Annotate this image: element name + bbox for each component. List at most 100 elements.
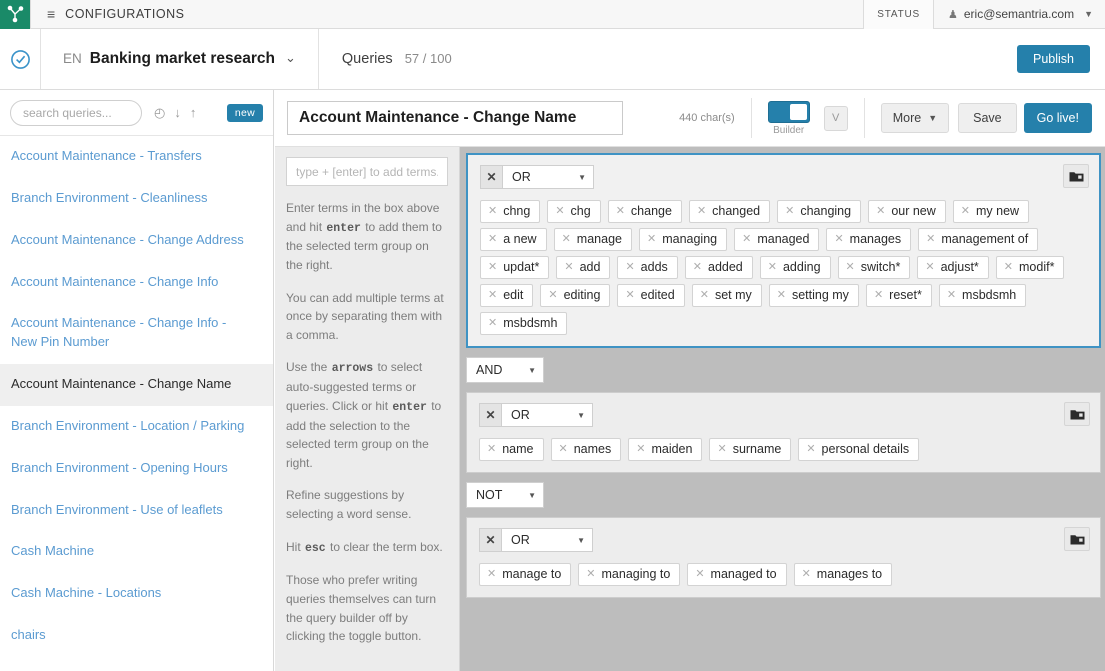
term-tag[interactable]: ✕ adding bbox=[759, 256, 831, 279]
term-tag[interactable]: ✕ editing bbox=[540, 284, 611, 307]
go-live-button[interactable]: Go live! bbox=[1023, 103, 1092, 133]
remove-term-icon[interactable]: ✕ bbox=[555, 205, 564, 217]
remove-term-icon[interactable]: ✕ bbox=[742, 233, 751, 245]
remove-term-icon[interactable]: ✕ bbox=[874, 289, 883, 301]
term-tag[interactable]: ✕ managing to bbox=[578, 563, 681, 586]
term-tag[interactable]: ✕ edited bbox=[617, 284, 685, 307]
term-tag[interactable]: ✕ updat* bbox=[480, 256, 550, 279]
remove-term-icon[interactable]: ✕ bbox=[768, 261, 777, 273]
remove-term-icon[interactable]: ✕ bbox=[488, 233, 497, 245]
term-tag[interactable]: ✕ modif* bbox=[995, 256, 1065, 279]
group-operator-select[interactable]: OR ▼ bbox=[501, 528, 593, 552]
term-tag[interactable]: ✕ msbdsmh bbox=[480, 312, 568, 335]
term-tag[interactable]: ✕ adds bbox=[617, 256, 678, 279]
remove-term-icon[interactable]: ✕ bbox=[647, 233, 656, 245]
remove-term-icon[interactable]: ✕ bbox=[488, 317, 497, 329]
remove-term-icon[interactable]: ✕ bbox=[876, 205, 885, 217]
term-group-active[interactable]: ✕ OR ▼ ✕ chng ✕ chg ✕ change ✕ changed ✕ changing ✕ ou… bbox=[466, 153, 1101, 348]
term-tag[interactable]: ✕ manage bbox=[553, 228, 632, 251]
term-tag[interactable]: ✕ change bbox=[607, 200, 682, 223]
term-tag[interactable]: ✕ managed bbox=[734, 228, 820, 251]
term-tag[interactable]: ✕ manage to bbox=[479, 563, 572, 586]
term-tag[interactable]: ✕ manages bbox=[826, 228, 912, 251]
clock-check-icon[interactable] bbox=[0, 29, 40, 89]
term-tag[interactable]: ✕ changing bbox=[777, 200, 862, 223]
upload-arrow-icon[interactable]: ↑ bbox=[190, 106, 197, 119]
list-item[interactable]: Branch Environment - Use of leaflets bbox=[0, 490, 273, 532]
term-tag[interactable]: ✕ set my bbox=[691, 284, 762, 307]
remove-term-icon[interactable]: ✕ bbox=[947, 289, 956, 301]
save-button[interactable]: Save bbox=[958, 103, 1017, 133]
term-tag[interactable]: ✕ add bbox=[556, 256, 611, 279]
remove-term-icon[interactable]: ✕ bbox=[586, 568, 595, 580]
group-joiner-select[interactable]: NOT ▼ bbox=[466, 482, 544, 508]
term-tag[interactable]: ✕ our new bbox=[868, 200, 946, 223]
term-tag[interactable]: ✕ my new bbox=[952, 200, 1030, 223]
remove-term-icon[interactable]: ✕ bbox=[846, 261, 855, 273]
download-arrow-icon[interactable]: ↓ bbox=[174, 106, 181, 119]
status-button[interactable]: STATUS bbox=[863, 0, 934, 29]
more-button[interactable]: More ▼ bbox=[880, 103, 950, 133]
remove-term-icon[interactable]: ✕ bbox=[700, 289, 709, 301]
term-tag[interactable]: ✕ switch* bbox=[837, 256, 911, 279]
term-tag[interactable]: ✕ managing bbox=[638, 228, 728, 251]
remove-term-icon[interactable]: ✕ bbox=[693, 261, 702, 273]
remove-term-icon[interactable]: ✕ bbox=[806, 443, 815, 455]
remove-term-icon[interactable]: ✕ bbox=[616, 205, 625, 217]
remove-term-icon[interactable]: ✕ bbox=[559, 443, 568, 455]
term-tag[interactable]: ✕ edit bbox=[480, 284, 534, 307]
list-item[interactable]: Account Maintenance - Change Info bbox=[0, 262, 273, 304]
list-item[interactable]: Branch Environment - Location / Parking bbox=[0, 406, 273, 448]
list-item[interactable]: chairs bbox=[0, 615, 273, 657]
remove-term-icon[interactable]: ✕ bbox=[636, 443, 645, 455]
folder-icon[interactable] bbox=[1063, 164, 1089, 188]
remove-term-icon[interactable]: ✕ bbox=[961, 205, 970, 217]
folder-icon[interactable] bbox=[1064, 527, 1090, 551]
hamburger-icon[interactable]: ≡ bbox=[47, 7, 55, 21]
remove-term-icon[interactable]: ✕ bbox=[562, 233, 571, 245]
app-logo[interactable] bbox=[0, 0, 30, 29]
term-tag[interactable]: ✕ adjust* bbox=[917, 256, 989, 279]
term-tag[interactable]: ✕ a new bbox=[480, 228, 547, 251]
remove-term-icon[interactable]: ✕ bbox=[925, 261, 934, 273]
remove-term-icon[interactable]: ✕ bbox=[926, 233, 935, 245]
term-tag[interactable]: ✕ maiden bbox=[628, 438, 703, 461]
term-tag[interactable]: ✕ added bbox=[684, 256, 753, 279]
remove-term-icon[interactable]: ✕ bbox=[697, 205, 706, 217]
term-tag[interactable]: ✕ chg bbox=[547, 200, 601, 223]
list-item[interactable]: Account Maintenance - Change Info - New … bbox=[0, 303, 273, 364]
term-input[interactable] bbox=[286, 157, 448, 186]
remove-term-icon[interactable]: ✕ bbox=[1004, 261, 1013, 273]
list-item-selected[interactable]: Account Maintenance - Change Name bbox=[0, 364, 273, 406]
query-title-input[interactable] bbox=[287, 101, 623, 135]
term-tag[interactable]: ✕ surname bbox=[709, 438, 792, 461]
term-tag[interactable]: ✕ reset* bbox=[865, 284, 932, 307]
configurations-label[interactable]: CONFIGURATIONS bbox=[65, 7, 184, 21]
list-item[interactable]: Cash Machine bbox=[0, 531, 273, 573]
term-tag[interactable]: ✕ name bbox=[479, 438, 544, 461]
remove-term-icon[interactable]: ✕ bbox=[695, 568, 704, 580]
remove-term-icon[interactable]: ✕ bbox=[488, 289, 497, 301]
term-tag[interactable]: ✕ chng bbox=[480, 200, 541, 223]
remove-term-icon[interactable]: ✕ bbox=[488, 261, 497, 273]
remove-term-icon[interactable]: ✕ bbox=[625, 261, 634, 273]
search-input[interactable] bbox=[10, 99, 142, 126]
config-selector[interactable]: EN Banking market research ⌄ bbox=[41, 50, 318, 68]
remove-group-button[interactable]: ✕ bbox=[479, 528, 501, 552]
group-joiner-select[interactable]: AND ▼ bbox=[466, 357, 544, 383]
list-item[interactable]: Account Maintenance - Transfers bbox=[0, 136, 273, 178]
term-tag[interactable]: ✕ manages to bbox=[793, 563, 893, 586]
term-tag[interactable]: ✕ changed bbox=[688, 200, 771, 223]
remove-term-icon[interactable]: ✕ bbox=[834, 233, 843, 245]
term-tag[interactable]: ✕ setting my bbox=[768, 284, 859, 307]
remove-term-icon[interactable]: ✕ bbox=[625, 289, 634, 301]
term-tag[interactable]: ✕ managed to bbox=[687, 563, 787, 586]
list-item[interactable]: Cash Machine - Locations bbox=[0, 573, 273, 615]
term-tag[interactable]: ✕ management of bbox=[918, 228, 1039, 251]
user-menu[interactable]: ♟ eric@semantria.com ▼ bbox=[934, 0, 1105, 29]
remove-term-icon[interactable]: ✕ bbox=[488, 205, 497, 217]
remove-term-icon[interactable]: ✕ bbox=[802, 568, 811, 580]
term-tag[interactable]: ✕ personal details bbox=[798, 438, 920, 461]
remove-term-icon[interactable]: ✕ bbox=[777, 289, 786, 301]
validate-button[interactable]: V bbox=[823, 105, 848, 131]
